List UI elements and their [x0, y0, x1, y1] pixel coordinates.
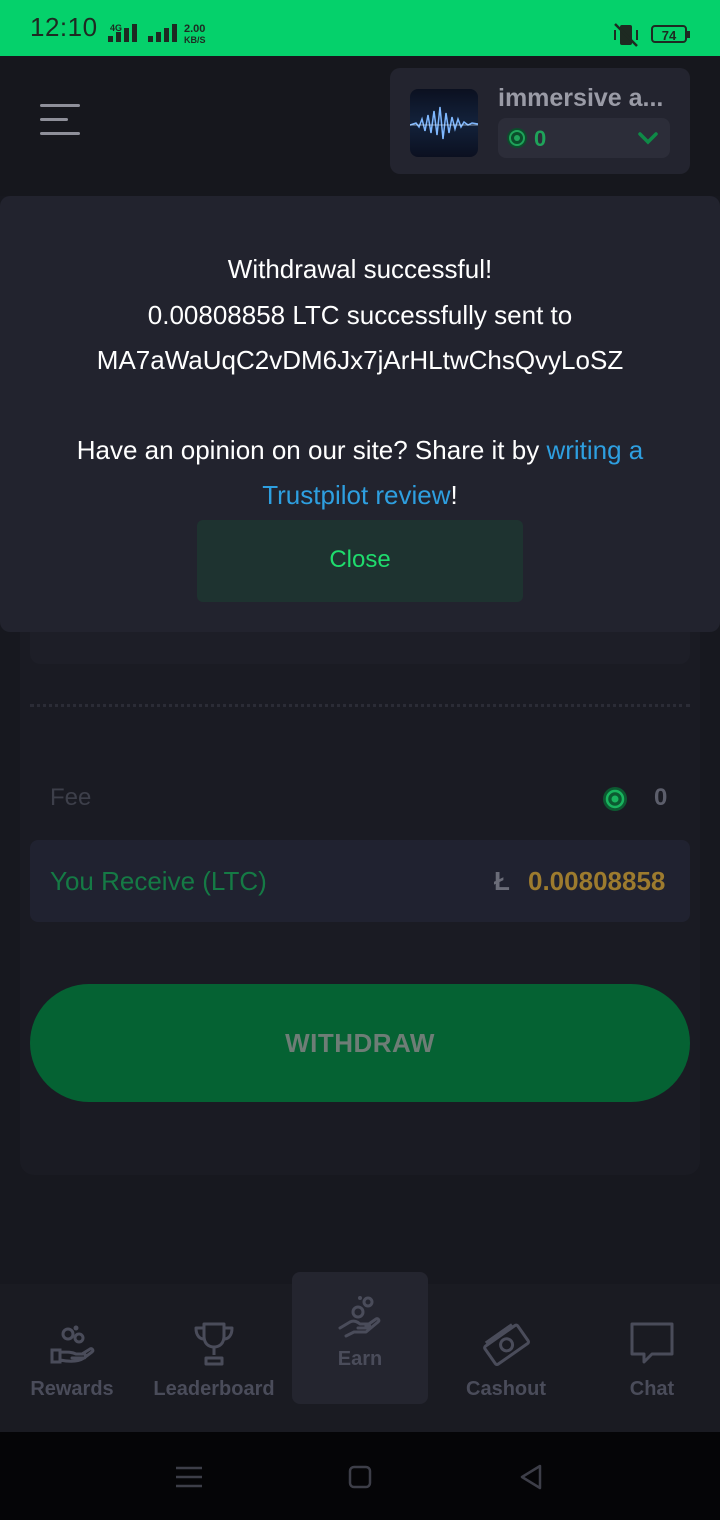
vibrate-off-icon [612, 22, 640, 53]
receive-label: You Receive (LTC) [50, 866, 267, 896]
chevron-down-icon [636, 128, 660, 153]
account-name: immersive a... [498, 84, 664, 112]
status-bar: 12:10 4G 2.00 KB/S 74 [0, 0, 720, 56]
earn-coins-hand-icon [336, 1292, 384, 1340]
close-button[interactable]: Close [197, 520, 523, 602]
modal-address: MA7aWaUqC2vDM6Jx7jArHLtwChsQvyLoSZ [96, 345, 624, 375]
nav-label: Leaderboard [153, 1378, 275, 1400]
modal-amount-text: 0.00808858 LTC successfully sent to [147, 300, 573, 330]
back-icon[interactable] [518, 1464, 544, 1495]
home-icon[interactable] [348, 1465, 372, 1494]
nav-label: Rewards [30, 1378, 114, 1400]
coin-icon [506, 127, 528, 154]
avatar [410, 89, 478, 157]
trophy-icon [190, 1320, 238, 1368]
menu-icon[interactable] [40, 104, 80, 136]
fee-value: 0 [654, 784, 668, 811]
divider [30, 704, 690, 707]
cash-icon [482, 1320, 530, 1368]
nav-label: Chat [629, 1378, 675, 1400]
rewards-hand-icon [48, 1320, 96, 1368]
fee-label: Fee [50, 784, 92, 811]
opinion-suffix: ! [450, 480, 458, 510]
network-speed: 2.00 KB/S [184, 24, 206, 46]
withdraw-button[interactable]: WITHDRAW [30, 984, 690, 1102]
nav-rewards[interactable]: Rewards [0, 1284, 144, 1432]
balance-value: 0 [534, 126, 547, 151]
receive-row: You Receive (LTC) Ł 0.00808858 [30, 840, 690, 922]
battery-icon: 74 [651, 25, 690, 43]
chat-bubble-icon [628, 1320, 676, 1368]
nav-chat[interactable]: Chat [580, 1284, 720, 1432]
system-nav-bar [0, 1432, 720, 1520]
balance-selector[interactable]: 0 [498, 118, 670, 158]
speed-value: 2.00 [184, 23, 206, 35]
status-time: 12:10 [30, 12, 98, 42]
nav-label: Earn [337, 1348, 383, 1370]
signal-icon [108, 24, 137, 42]
modal-title: Withdrawal successful! [227, 254, 493, 284]
litecoin-icon: Ł [494, 866, 510, 896]
nav-label: Cashout [466, 1378, 546, 1400]
nav-earn[interactable]: Earn [292, 1272, 428, 1404]
modal-opinion-text-2: Trustpilot review! [0, 480, 720, 511]
nav-leaderboard[interactable]: Leaderboard [142, 1284, 286, 1432]
modal-opinion-text: Have an opinion on our site? Share it by… [0, 435, 720, 466]
bottom-nav: Rewards Leaderboard Earn Cashout Chat [0, 1272, 720, 1432]
coin-icon [602, 786, 628, 817]
account-widget[interactable]: immersive a... 0 [390, 68, 690, 174]
speed-unit: KB/S [184, 35, 206, 45]
nav-cashout[interactable]: Cashout [434, 1284, 578, 1432]
trustpilot-link[interactable]: Trustpilot review [262, 480, 450, 510]
recent-apps-icon[interactable] [176, 1466, 202, 1493]
signal-icon-2 [148, 24, 177, 42]
trustpilot-link[interactable]: writing a [546, 435, 643, 465]
receive-amount: 0.00808858 [528, 866, 666, 896]
opinion-prefix: Have an opinion on our site? Share it by [76, 435, 547, 465]
